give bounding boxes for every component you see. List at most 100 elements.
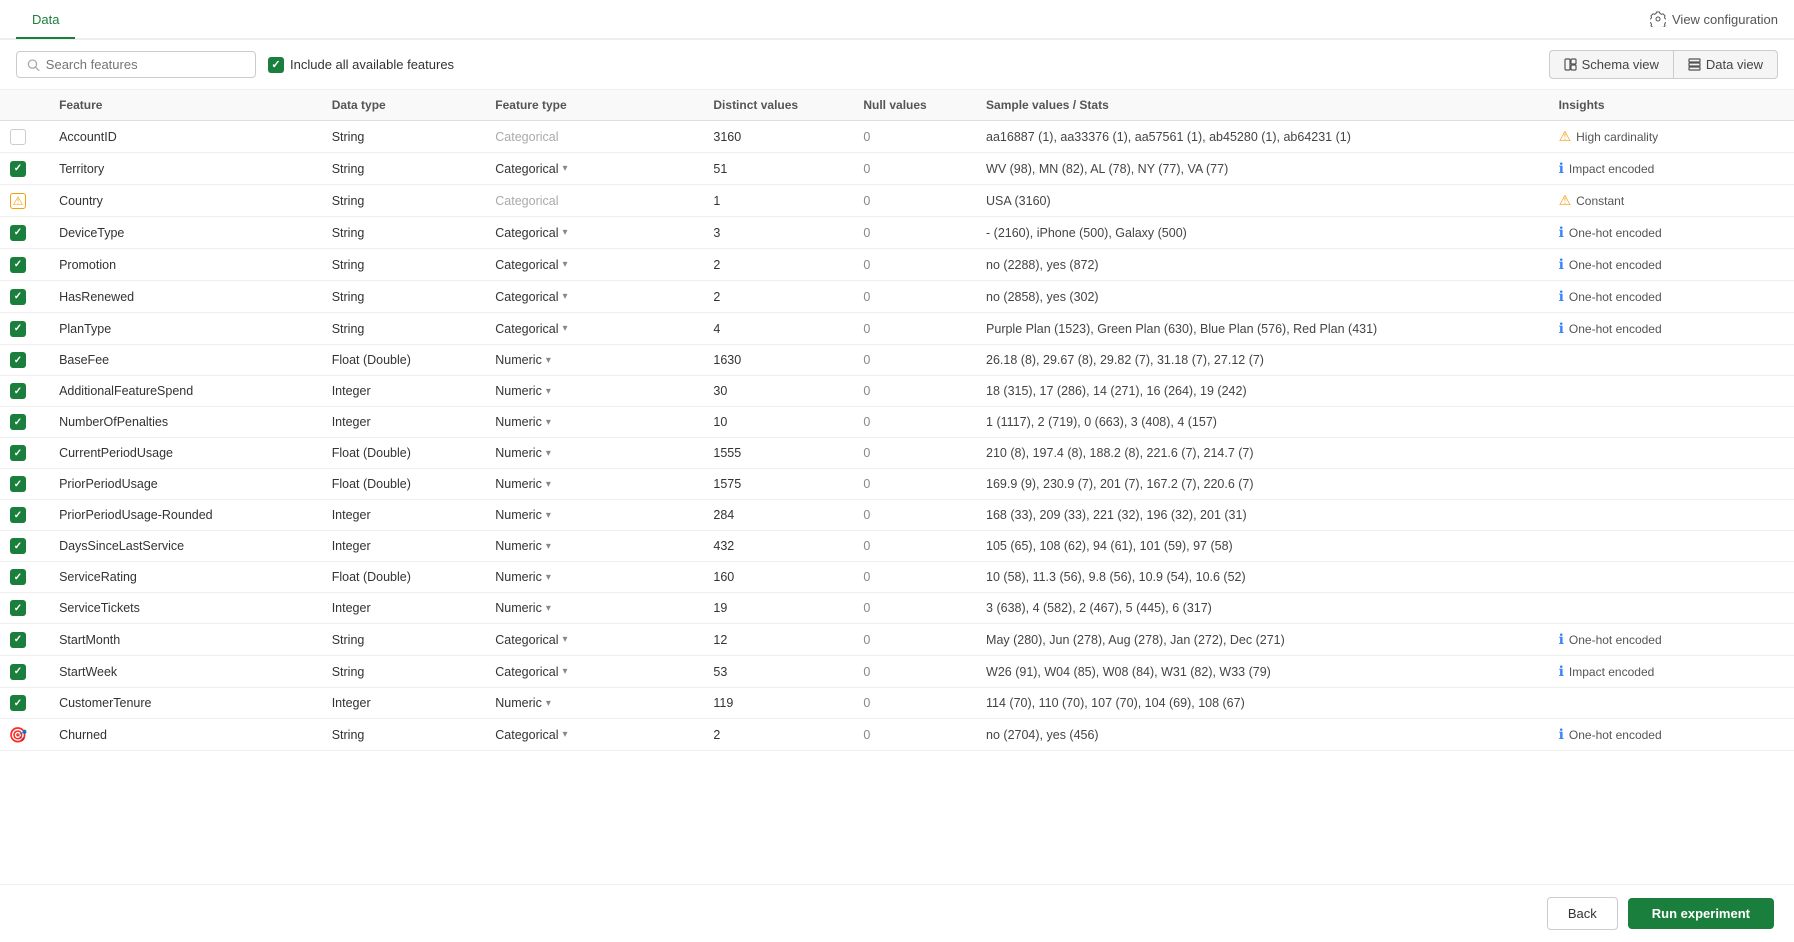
featuretype-chevron[interactable]: ▾	[546, 603, 551, 614]
insight-text: Impact encoded	[1569, 162, 1654, 176]
cell-featuretype[interactable]: Categorical ▾	[485, 656, 703, 688]
cell-sample: 210 (8), 197.4 (8), 188.2 (8), 221.6 (7)…	[976, 438, 1549, 469]
cell-checkbox[interactable]	[0, 562, 49, 593]
featuretype-chevron[interactable]: ▾	[563, 323, 568, 334]
featuretype-chevron[interactable]: ▾	[563, 291, 568, 302]
cell-checkbox[interactable]	[0, 281, 49, 313]
cell-datatype: Integer	[322, 531, 486, 562]
cell-checkbox[interactable]	[0, 121, 49, 153]
row-checkbox[interactable]	[10, 538, 26, 554]
row-checkbox[interactable]	[10, 257, 26, 273]
cell-featuretype[interactable]: Numeric ▾	[485, 593, 703, 624]
featuretype-chevron[interactable]: ▾	[563, 634, 568, 645]
featuretype-chevron[interactable]: ▾	[563, 227, 568, 238]
featuretype-chevron[interactable]: ▾	[546, 417, 551, 428]
cell-featuretype[interactable]: Numeric ▾	[485, 469, 703, 500]
row-checkbox[interactable]	[10, 161, 26, 177]
cell-checkbox[interactable]	[0, 217, 49, 249]
featuretype-chevron[interactable]: ▾	[563, 163, 568, 174]
cell-checkbox[interactable]	[0, 593, 49, 624]
cell-checkbox[interactable]	[0, 531, 49, 562]
cell-featuretype[interactable]: Categorical ▾	[485, 719, 703, 751]
featuretype-chevron[interactable]: ▾	[546, 698, 551, 709]
cell-featuretype[interactable]: Categorical ▾	[485, 281, 703, 313]
row-checkbox[interactable]	[10, 600, 26, 616]
cell-featuretype[interactable]: Categorical ▾	[485, 153, 703, 185]
row-checkbox[interactable]	[10, 664, 26, 680]
cell-null: 0	[853, 562, 976, 593]
schema-view-button[interactable]: Schema view	[1549, 50, 1673, 79]
cell-featuretype[interactable]: Numeric ▾	[485, 688, 703, 719]
search-box[interactable]	[16, 51, 256, 78]
cell-featuretype[interactable]: Categorical	[485, 185, 703, 217]
featuretype-chevron[interactable]: ▾	[546, 572, 551, 583]
row-checkbox[interactable]	[10, 445, 26, 461]
row-checkbox[interactable]	[10, 225, 26, 241]
cell-checkbox[interactable]	[0, 313, 49, 345]
include-all-toggle[interactable]: Include all available features	[268, 57, 454, 73]
row-checkbox[interactable]	[10, 289, 26, 305]
cell-featuretype[interactable]: Numeric ▾	[485, 438, 703, 469]
back-button[interactable]: Back	[1547, 897, 1618, 930]
cell-distinct: 3160	[703, 121, 853, 153]
featuretype-chevron[interactable]: ▾	[546, 448, 551, 459]
featuretype-chevron[interactable]: ▾	[546, 355, 551, 366]
cell-sample: 105 (65), 108 (62), 94 (61), 101 (59), 9…	[976, 531, 1549, 562]
cell-checkbox[interactable]	[0, 438, 49, 469]
tab-data[interactable]: Data	[16, 2, 75, 39]
cell-checkbox[interactable]	[0, 153, 49, 185]
cell-checkbox[interactable]	[0, 624, 49, 656]
row-checkbox[interactable]	[10, 476, 26, 492]
row-checkbox[interactable]	[10, 414, 26, 430]
insight-text: Impact encoded	[1569, 665, 1654, 679]
featuretype-chevron[interactable]: ▾	[563, 259, 568, 270]
run-experiment-button[interactable]: Run experiment	[1628, 898, 1774, 929]
featuretype-chevron[interactable]: ▾	[546, 386, 551, 397]
cell-featuretype[interactable]: Categorical ▾	[485, 624, 703, 656]
cell-featuretype[interactable]: Categorical ▾	[485, 249, 703, 281]
featuretype-chevron[interactable]: ▾	[546, 541, 551, 552]
cell-checkbox[interactable]: ⚠	[0, 185, 49, 217]
featuretype-chevron[interactable]: ▾	[546, 510, 551, 521]
row-checkbox[interactable]	[10, 569, 26, 585]
view-config-button[interactable]: View configuration	[1650, 11, 1778, 27]
data-view-button[interactable]: Data view	[1673, 50, 1778, 79]
cell-featuretype[interactable]: Numeric ▾	[485, 376, 703, 407]
cell-checkbox[interactable]	[0, 345, 49, 376]
cell-featuretype[interactable]: Numeric ▾	[485, 407, 703, 438]
row-checkbox[interactable]	[10, 632, 26, 648]
cell-checkbox[interactable]	[0, 249, 49, 281]
cell-featuretype[interactable]: Categorical ▾	[485, 313, 703, 345]
info-icon: ℹ	[1559, 320, 1564, 337]
cell-featuretype[interactable]: Numeric ▾	[485, 531, 703, 562]
cell-featuretype[interactable]: Numeric ▾	[485, 562, 703, 593]
include-all-checkbox[interactable]	[268, 57, 284, 73]
cell-checkbox[interactable]	[0, 500, 49, 531]
cell-sample: 168 (33), 209 (33), 221 (32), 196 (32), …	[976, 500, 1549, 531]
row-checkbox[interactable]	[10, 383, 26, 399]
row-checkbox[interactable]	[10, 695, 26, 711]
row-checkbox[interactable]	[10, 321, 26, 337]
row-checkbox[interactable]	[10, 129, 26, 145]
row-checkbox-warn[interactable]: ⚠	[10, 193, 26, 209]
cell-checkbox[interactable]: 🎯	[0, 719, 49, 751]
cell-featuretype[interactable]: Numeric ▾	[485, 345, 703, 376]
cell-checkbox[interactable]	[0, 688, 49, 719]
cell-insights: ℹOne-hot encoded	[1549, 217, 1794, 249]
featuretype-chevron[interactable]: ▾	[546, 479, 551, 490]
cell-featuretype[interactable]: Categorical ▾	[485, 217, 703, 249]
cell-checkbox[interactable]	[0, 376, 49, 407]
search-input[interactable]	[46, 57, 245, 72]
cell-checkbox[interactable]	[0, 469, 49, 500]
insight-badge: ℹOne-hot encoded	[1559, 631, 1784, 648]
cell-featuretype[interactable]: Numeric ▾	[485, 500, 703, 531]
cell-feature: ServiceTickets	[49, 593, 322, 624]
cell-datatype: Integer	[322, 407, 486, 438]
cell-featuretype[interactable]: Categorical	[485, 121, 703, 153]
featuretype-chevron[interactable]: ▾	[563, 729, 568, 740]
featuretype-chevron[interactable]: ▾	[563, 666, 568, 677]
row-checkbox[interactable]	[10, 507, 26, 523]
cell-checkbox[interactable]	[0, 407, 49, 438]
cell-checkbox[interactable]	[0, 656, 49, 688]
row-checkbox[interactable]	[10, 352, 26, 368]
